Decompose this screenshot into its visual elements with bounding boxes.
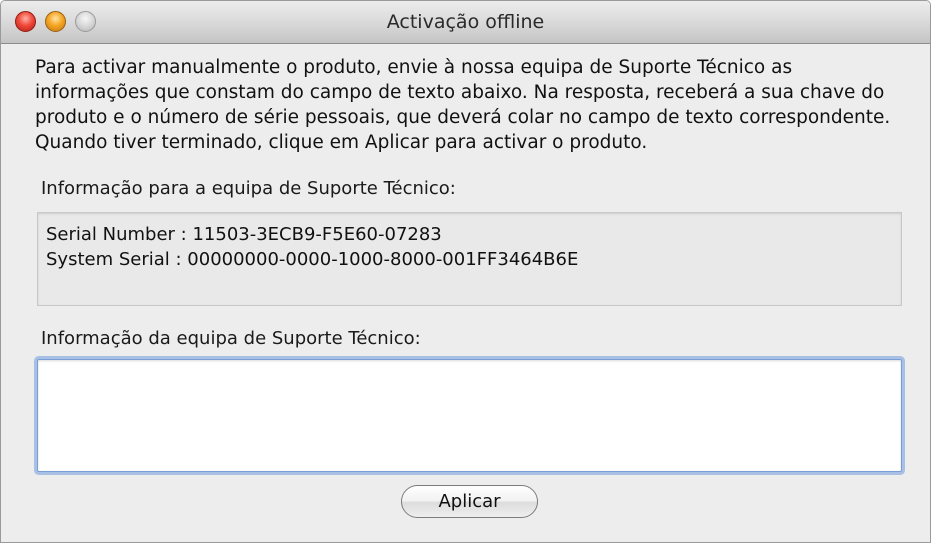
info-from-support-label: Informação da equipa de Suporte Técnico: [41,328,421,349]
window-title: Activação offline [386,11,545,33]
instructions-text: Para activar manualmente o produto, envi… [35,57,891,153]
apply-button[interactable]: Aplicar [401,485,538,518]
support-response-input[interactable] [37,359,902,472]
system-serial-line: System Serial : 00000000-0000-1000-8000-… [46,249,579,270]
support-info-field[interactable]: Serial Number : 11503-3ECB9-F5E60-07283 … [37,212,902,306]
offline-activation-window: Activação offline Para activar manualmen… [0,0,931,543]
title-bar[interactable]: Activação offline [1,1,930,44]
info-for-support-label: Informação para a equipa de Suporte Técn… [41,178,456,199]
serial-number-line: Serial Number : 11503-3ECB9-F5E60-07283 [46,224,442,245]
